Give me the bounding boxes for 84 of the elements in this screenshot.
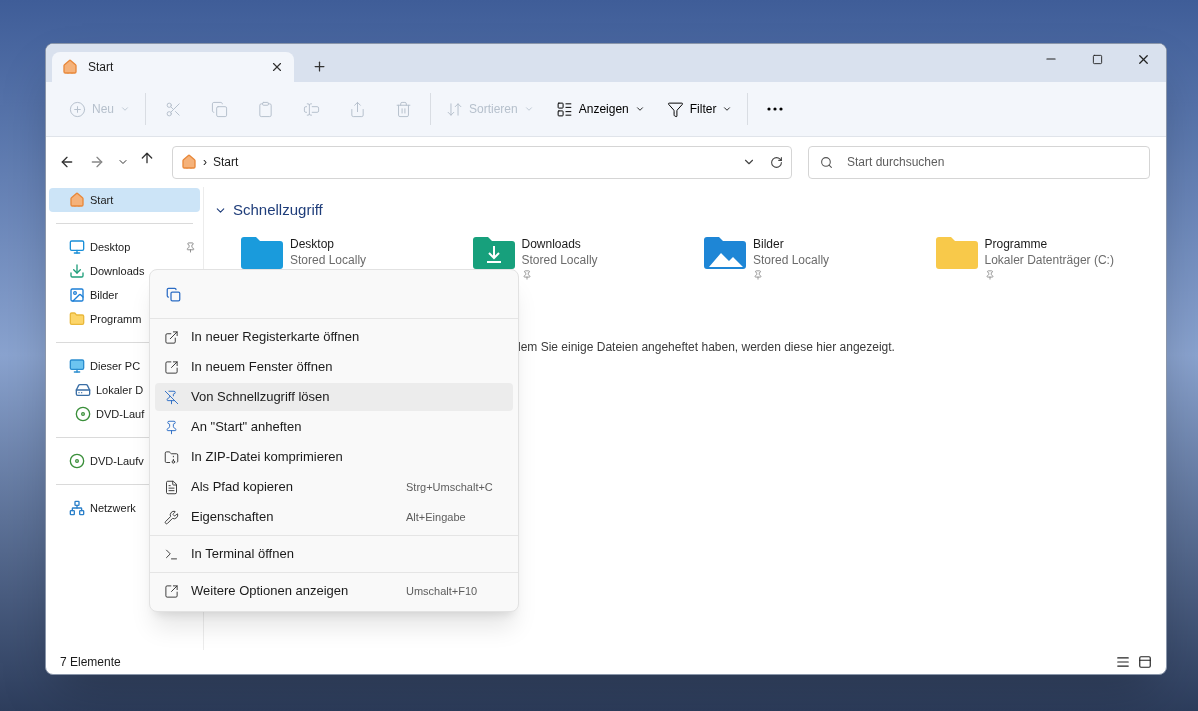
folder-tile[interactable]: Downloads Stored Locally <box>471 235 598 280</box>
chevron-down-icon <box>523 104 534 114</box>
pin-icon <box>185 241 196 253</box>
item-count: 7 Elemente <box>60 654 121 671</box>
folder-location: Stored Locally <box>290 251 367 268</box>
pin-icon <box>753 269 763 280</box>
filter-icon <box>666 100 684 118</box>
menu-item[interactable]: In neuem Fenster öffnen <box>155 353 513 381</box>
new-window-icon <box>164 359 179 375</box>
house-icon <box>69 192 85 208</box>
chevron-down-icon <box>722 104 733 114</box>
menu-item[interactable]: Von Schnellzugriff lösen <box>155 383 513 411</box>
chevron-down-icon <box>120 104 130 114</box>
maximize-icon[interactable] <box>1091 53 1103 65</box>
folder-icon <box>934 235 979 270</box>
tiles-view-icon[interactable] <box>1138 655 1152 669</box>
folder-tile[interactable]: Bilder Stored Locally <box>703 235 830 280</box>
picture-folder-icon <box>703 235 747 270</box>
shortcut-label: Alt+Eingabe <box>406 509 467 525</box>
disc-icon <box>69 453 85 469</box>
sidebar-item[interactable]: Bilder <box>49 283 200 307</box>
folder-icon <box>240 235 284 270</box>
sidebar-item[interactable]: Desktop <box>49 235 200 259</box>
new-tab-icon <box>164 329 179 345</box>
zip-folder-icon <box>164 449 179 465</box>
folder-name: Desktop <box>290 235 336 252</box>
folder-tile[interactable]: Desktop Stored Locally <box>240 235 367 280</box>
menu-item[interactable]: Eigenschaften Alt+Eingabe <box>155 503 513 531</box>
shortcut-label: Strg+Umschalt+C <box>406 479 494 495</box>
section-header[interactable]: Schnellzugriff <box>214 199 323 222</box>
folder-location: Stored Locally <box>753 251 830 268</box>
wrench-icon <box>164 509 179 525</box>
download-icon <box>69 263 85 279</box>
list-view-icon <box>555 100 573 118</box>
more-options-icon <box>164 583 179 599</box>
pin-icon <box>984 269 995 280</box>
search-field[interactable]: Start durchsuchen <box>808 145 1150 179</box>
copy-icon[interactable] <box>165 286 181 302</box>
house-icon <box>62 59 78 75</box>
picture-icon <box>69 287 85 303</box>
breadcrumb[interactable]: Start <box>213 153 239 171</box>
back-icon[interactable] <box>59 154 75 170</box>
unpin-icon <box>164 389 179 405</box>
folder-tile[interactable]: Programme Lokaler Datenträger (C:) <box>934 235 1114 280</box>
terminal-icon <box>164 546 179 562</box>
forward-icon[interactable] <box>89 154 105 170</box>
menu-item[interactable]: Weitere Optionen anzeigen Umschalt+F10 <box>155 577 513 605</box>
menu-item[interactable]: In Terminal öffnen <box>155 540 513 568</box>
tab[interactable]: Start <box>52 52 294 82</box>
new-tab-icon[interactable] <box>312 59 327 74</box>
folder-location: Stored Locally <box>521 251 598 268</box>
pin-icon <box>164 419 179 435</box>
up-icon[interactable] <box>139 150 155 166</box>
plus-circle-icon <box>69 100 86 118</box>
sidebar-item[interactable]: Start <box>49 188 200 212</box>
tab-title: Start <box>88 59 114 76</box>
toolbar-button[interactable]: Filter <box>658 93 741 125</box>
folder-location: Lokaler Datenträger (C:) <box>984 251 1114 268</box>
breadcrumb-separator: › <box>203 154 207 171</box>
shortcut-label: Umschalt+F10 <box>406 583 479 599</box>
refresh-icon[interactable] <box>770 155 783 169</box>
drive-icon <box>75 382 91 398</box>
monitor-icon <box>69 358 85 374</box>
folder-name: Programme <box>984 235 1049 252</box>
chevron-down-icon <box>634 104 645 114</box>
network-icon <box>69 500 85 516</box>
path-icon <box>164 479 179 495</box>
menu-item[interactable]: Als Pfad kopieren Strg+Umschalt+C <box>155 473 513 501</box>
search-icon <box>820 155 833 169</box>
menu-item[interactable]: In ZIP-Datei komprimieren <box>155 443 513 471</box>
menu-item[interactable]: An "Start" anheften <box>155 413 513 441</box>
sidebar-item[interactable]: Downloads <box>49 259 200 283</box>
empty-message: lem Sie einige Dateien angeheftet haben, werden diese hier angezeigt. <box>518 338 896 356</box>
disc-icon <box>75 406 91 422</box>
pin-icon <box>521 269 532 280</box>
address-bar[interactable]: › Start <box>172 145 792 179</box>
close-tab-icon[interactable] <box>270 60 284 74</box>
toolbar-button[interactable]: Anzeigen <box>547 93 653 125</box>
house-icon <box>181 154 197 170</box>
folder-icon <box>69 311 85 327</box>
details-view-icon[interactable] <box>1116 655 1130 669</box>
sort-icon <box>446 100 463 118</box>
folder-name: Bilder <box>753 235 785 252</box>
folder-name: Downloads <box>521 235 582 252</box>
